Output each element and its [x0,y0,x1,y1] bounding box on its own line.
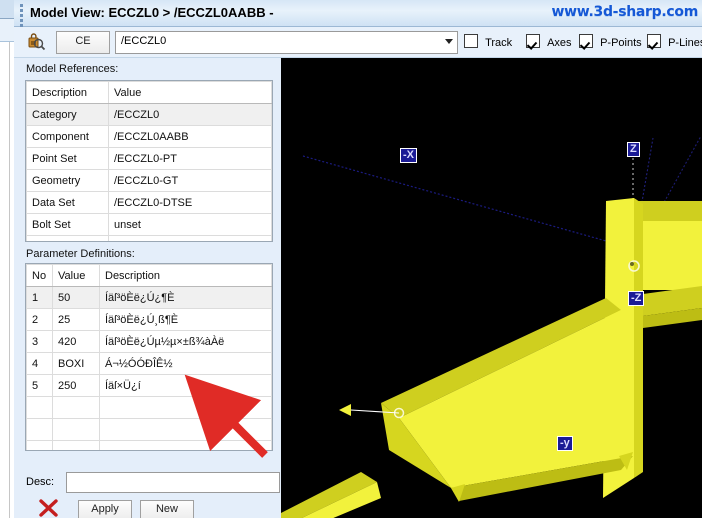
checkbox-track-box[interactable] [464,34,478,48]
cell-description: Category [26,103,109,126]
axis-label-neg-x: -X [400,148,417,163]
axis-label-neg-y: -y [557,436,573,451]
ce-button[interactable]: CE [56,31,110,54]
model-references-table-container: Description Value Category /ECCZL0 Compo… [25,80,273,242]
page-title: Model View: ECCZL0 > /ECCZL0AABB - [30,5,274,20]
cell-value: /ECCZL0-DTSE [108,191,272,214]
application-window: Model View: ECCZL0 > /ECCZL0AABB - www.3… [0,0,702,518]
cell-description: Data Set [26,191,109,214]
table-row[interactable]: Geometry /ECCZL0-GT [26,169,272,192]
col-header-value: Value [108,81,272,104]
checkbox-axes-label: Axes [547,37,572,49]
cell-no: 4 [26,352,53,375]
table-row[interactable]: 2 25 Íäſ³öÈë¿Ú¸ß¶È [26,308,272,331]
checkbox-p-lines[interactable]: P-Lines [647,34,702,50]
outer-window-chrome [0,0,14,518]
col-header-value: Value [52,264,100,287]
checkbox-p-lines-box[interactable] [647,34,661,48]
parameter-definitions-table: No Value Description 1 50 Íäſ³öÈë¿Ú¿¶È 2… [26,264,272,450]
cell-value: 25 [52,308,100,331]
cell-description: Á¬½ÓÓÐÎÊ½ [99,352,272,375]
desc-input-wrap[interactable] [66,472,280,493]
cell-description: Point Set [26,147,109,170]
cell-value: 420 [52,330,100,353]
apply-button[interactable]: Apply [78,500,132,518]
cell-no: 5 [26,374,53,397]
table-row[interactable]: Component /ECCZL0AABB [26,125,272,148]
table-row[interactable]: Point Set /ECCZL0-PT [26,147,272,170]
cell-description: Bolt Set [26,213,109,236]
chevron-down-icon[interactable] [445,39,453,44]
axis-label-neg-z: -Z [628,291,645,306]
checkbox-p-lines-label: P-Lines [668,37,702,49]
cell-description: Íäſ³öÈë¿Úµ½µ×±ß¾àÀë [99,330,272,353]
table-row-empty[interactable] [26,235,272,241]
table-row[interactable]: 4 BOXI Á¬½ÓÓÐÎÊ½ [26,352,272,375]
checkbox-track[interactable]: Track [464,34,512,50]
drag-grip-icon[interactable] [20,4,23,27]
model-references-label: Model References: [26,63,119,75]
cell-value: unset [108,213,272,236]
title-bar: Model View: ECCZL0 > /ECCZL0AABB - www.3… [14,0,702,27]
checkbox-p-points[interactable]: P-Points [579,34,642,50]
3d-model-render [281,58,702,518]
cell-description: Íäſ³öÈë¿Ú¸ß¶È [99,308,272,331]
col-header-no: No [26,264,53,287]
chrome-block-body [0,42,10,518]
col-header-description: Description [26,81,109,104]
description-row: Desc: [14,472,281,494]
cell-value: 250 [52,374,100,397]
table-header-row: No Value Description [26,264,272,287]
table-row[interactable]: 3 420 Íäſ³öÈë¿Úµ½µ×±ß¾àÀë [26,330,272,353]
lock-magnifier-icon[interactable] [26,32,46,52]
left-panel: Model References: Description Value Cate… [14,58,281,518]
checkbox-track-label: Track [485,37,513,49]
checkbox-p-points-box[interactable] [579,34,593,48]
table-row-empty[interactable] [26,440,272,450]
col-header-description: Description [99,264,272,287]
checkbox-axes-box[interactable] [526,34,540,48]
toolbar: CE /ECCZL0 Track Axes P-Points P-Lines R [14,27,702,58]
cell-value: 50 [52,286,100,309]
button-row: Apply New [14,498,281,518]
parameter-definitions-table-container: No Value Description 1 50 Íäſ³öÈë¿Ú¿¶È 2… [25,263,273,451]
checkbox-axes[interactable]: Axes [526,34,572,50]
table-row-empty[interactable] [26,396,272,419]
cell-no: 3 [26,330,53,353]
cell-value: /ECCZL0-GT [108,169,272,192]
3d-viewport[interactable]: -X Z -Z -y [281,58,702,518]
chrome-block-second [0,19,14,42]
cell-value: /ECCZL0AABB [108,125,272,148]
table-row-empty[interactable] [26,418,272,441]
cell-description: Component [26,125,109,148]
cell-value: /ECCZL0 [108,103,272,126]
table-row[interactable]: Data Set /ECCZL0-DTSE [26,191,272,214]
cell-no: 1 [26,286,53,309]
table-row[interactable]: Bolt Set unset [26,213,272,236]
table-row[interactable]: 5 250 Íäſ×Ü¿í [26,374,272,397]
table-header-row: Description Value [26,81,272,104]
cell-value: /ECCZL0-PT [108,147,272,170]
table-row[interactable]: 1 50 Íäſ³öÈë¿Ú¿¶È [26,286,272,309]
table-row[interactable]: Category /ECCZL0 [26,103,272,126]
model-references-table: Description Value Category /ECCZL0 Compo… [26,81,272,241]
cell-description: Geometry [26,169,109,192]
chrome-block-top [0,0,14,19]
path-combobox[interactable]: /ECCZL0 [115,31,458,54]
cell-description: Íäſ×Ü¿í [99,374,272,397]
cell-no: 2 [26,308,53,331]
parameter-definitions-label: Parameter Definitions: [26,248,135,260]
red-x-icon[interactable] [38,498,60,518]
desc-input[interactable] [67,473,279,492]
path-combobox-value: /ECCZL0 [121,35,167,47]
axis-label-z: Z [627,142,640,157]
cell-description: Íäſ³öÈë¿Ú¿¶È [99,286,272,309]
desc-label: Desc: [26,476,55,488]
cell-value: BOXI [52,352,100,375]
new-button[interactable]: New [140,500,194,518]
site-logo: www.3d-sharp.com [551,4,699,20]
checkbox-p-points-label: P-Points [600,37,642,49]
